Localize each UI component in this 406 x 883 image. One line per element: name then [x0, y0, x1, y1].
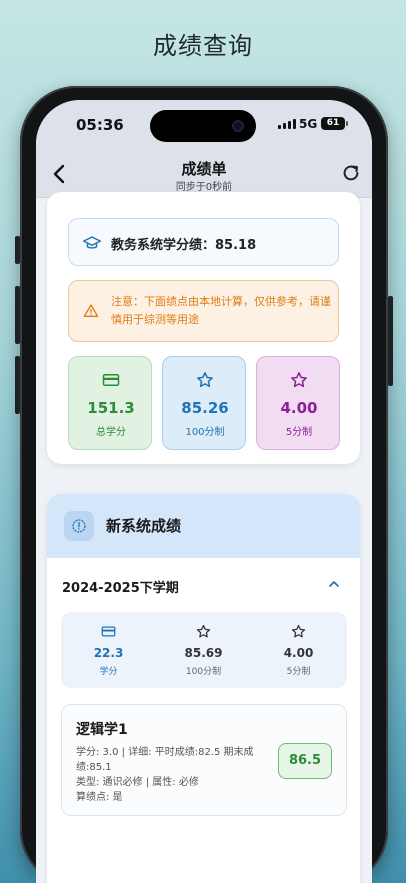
- notice-box: 注意：下面绩点由本地计算，仅供参考，请谨慎用于综测等用途: [68, 280, 339, 342]
- camera-icon: [232, 120, 244, 132]
- battery-icon: 61: [321, 117, 348, 130]
- credit-card-icon: [101, 626, 116, 637]
- term-stat-label: 100分制: [185, 667, 222, 677]
- stat-value: 4.00: [280, 399, 318, 417]
- section-header: 新系统成绩: [47, 494, 360, 558]
- status-time: 05:36: [76, 116, 124, 134]
- term-credits-stat: 22.3 学分: [61, 612, 156, 688]
- course-detail-line: 类型: 通识必修 | 属性: 必修: [76, 777, 199, 788]
- term-title[interactable]: 2024-2025下学期: [62, 577, 179, 596]
- star-icon: [196, 624, 211, 638]
- stat-label: 总学分: [96, 427, 126, 438]
- nav-bar: 成绩单 同步于0秒前: [36, 150, 372, 198]
- volume-down-button: [15, 356, 20, 414]
- course-name: 逻辑学1: [76, 722, 128, 738]
- power-button: [388, 296, 393, 386]
- refresh-icon[interactable]: [340, 162, 362, 184]
- stat-value: 151.3: [87, 399, 135, 417]
- term-stat-label: 学分: [99, 667, 118, 677]
- term-stats: 22.3 学分 85.69 100分制 4.00 5分制: [61, 612, 347, 688]
- sync-status: 同步于0秒前: [175, 182, 233, 193]
- system-gpa-box: 教务系统学分绩：85.18: [68, 218, 339, 266]
- stat-label: 5分制: [285, 427, 313, 438]
- chevron-up-icon[interactable]: [326, 576, 342, 592]
- credit-card-icon: [102, 374, 120, 386]
- nav-title: 成绩单: [181, 160, 227, 178]
- new-system-card: 新系统成绩 2024-2025下学期 22.3 学分 85.69 100分制 4…: [47, 494, 360, 883]
- network-type: 5G: [299, 117, 318, 131]
- course-score-badge: 86.5: [278, 743, 332, 779]
- term-stat-label: 5分制: [286, 667, 311, 677]
- term-stat-value: 85.69: [184, 646, 223, 660]
- course-item[interactable]: 逻辑学1 学分: 3.0 | 详细: 平时成绩:82.5 期末成绩:85.1 类…: [61, 704, 347, 816]
- star-icon: [291, 624, 306, 638]
- volume-up-button: [15, 286, 20, 344]
- summary-card: 教务系统学分绩：85.18 注意：下面绩点由本地计算，仅供参考，请谨慎用于综测等…: [47, 192, 360, 464]
- course-detail: 学分: 3.0 | 详细: 平时成绩:82.5 期末成绩:85.1 类型: 通识…: [76, 745, 266, 805]
- graduation-cap-icon: [83, 236, 101, 249]
- score-5-stat: 4.00 5分制: [256, 356, 340, 450]
- total-credits-stat: 151.3 总学分: [68, 356, 152, 450]
- course-detail-line: 算绩点: 是: [76, 792, 123, 803]
- term-stat-value: 4.00: [283, 646, 314, 660]
- info-badge-icon: [72, 519, 86, 533]
- term-score-5-stat: 4.00 5分制: [251, 612, 346, 688]
- stat-label: 100分制: [185, 427, 225, 438]
- system-gpa-text: 教务系统学分绩：85.18: [111, 238, 257, 253]
- star-icon: [197, 372, 213, 388]
- warning-icon: [83, 304, 99, 317]
- notice-text: 注意：下面绩点由本地计算，仅供参考，请谨慎用于综测等用途: [111, 295, 331, 326]
- course-detail-line: 学分: 3.0 | 详细: 平时成绩:82.5 期末成绩:85.1: [76, 747, 254, 773]
- signal-icon: [278, 119, 296, 129]
- page-title: 成绩查询: [153, 32, 253, 60]
- info-icon-box: [64, 511, 94, 541]
- app-screen: 05:36 5G 61 成绩单 同步于0秒前 教务系统学分绩：85.18 注意：…: [36, 100, 372, 883]
- score-100-stat: 85.26 100分制: [162, 356, 246, 450]
- dynamic-island: [150, 110, 256, 142]
- mute-switch: [15, 236, 20, 264]
- stat-value: 85.26: [181, 399, 229, 417]
- star-icon: [291, 372, 307, 388]
- section-title: 新系统成绩: [106, 517, 182, 535]
- phone-frame: 05:36 5G 61 成绩单 同步于0秒前 教务系统学分绩：85.18 注意：…: [15, 86, 393, 883]
- status-bar: 05:36 5G 61: [36, 100, 372, 150]
- term-score-100-stat: 85.69 100分制: [156, 612, 251, 688]
- term-stat-value: 22.3: [93, 646, 124, 660]
